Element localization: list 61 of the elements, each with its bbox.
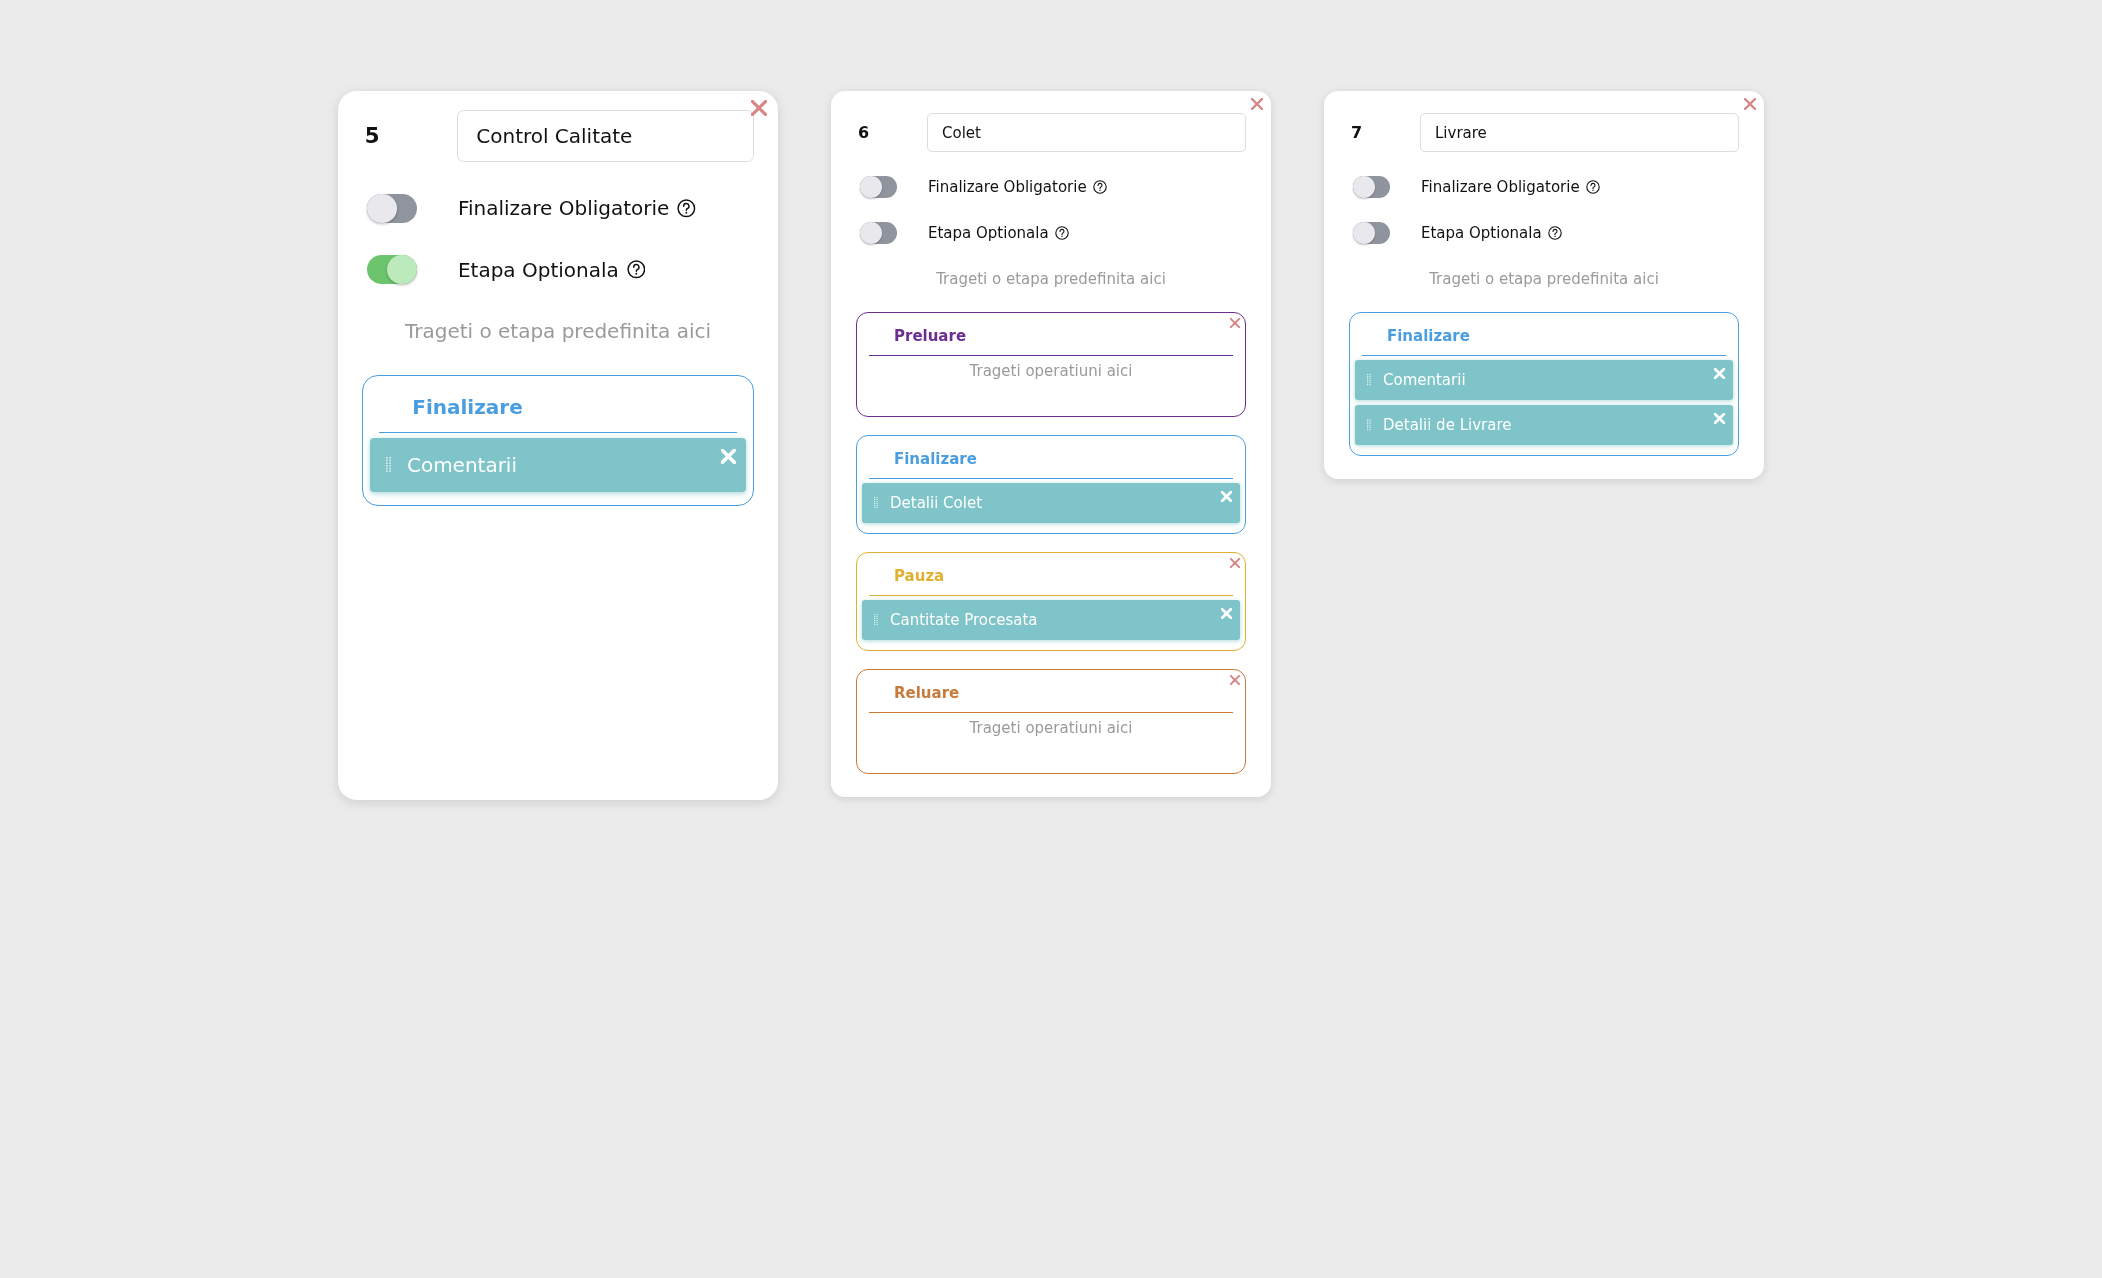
operation-item[interactable]: Detalii Colet (862, 483, 1240, 523)
stage-title: Finalizare (893, 449, 978, 470)
operation-label: Comentarii (1383, 371, 1466, 389)
toggle-switch[interactable] (860, 176, 897, 198)
close-icon[interactable] (1230, 318, 1240, 328)
operation-item[interactable]: Cantitate Procesata (862, 600, 1240, 640)
drag-handle-icon[interactable] (874, 614, 878, 626)
help-icon[interactable] (1092, 180, 1107, 194)
stage-title: Finalizare (411, 393, 524, 421)
operation-label: Comentarii (406, 452, 517, 477)
operation-item[interactable]: Detalii de Livrare (1355, 405, 1733, 445)
remove-icon[interactable] (721, 448, 736, 464)
drop-hint: Trageti o etapa predefinita aici (1428, 270, 1660, 288)
close-icon[interactable] (751, 100, 768, 117)
help-icon[interactable] (1547, 226, 1562, 240)
drag-handle-icon[interactable] (1367, 419, 1371, 431)
name-input-field[interactable]: Control Calitate (456, 109, 754, 162)
drop-hint: Trageti o etapa predefinita aici (404, 318, 712, 343)
name-input-field[interactable]: Livrare (1420, 113, 1739, 152)
operation-label: Cantitate Procesata (890, 611, 1038, 629)
toggle-switch[interactable] (1353, 222, 1390, 244)
toggle-label: Etapa Optionala (1421, 224, 1542, 242)
stage-title: Preluare (893, 326, 968, 347)
toggle-switch[interactable] (1353, 176, 1390, 198)
help-icon[interactable] (626, 260, 646, 279)
stage-title: Finalizare (1386, 326, 1471, 347)
close-icon[interactable] (1230, 675, 1240, 685)
toggle-label: Finalizare Obligatorie (928, 178, 1087, 196)
name-input-field[interactable]: Colet (927, 113, 1246, 152)
drop-hint: Trageti o etapa predefinita aici (935, 270, 1167, 288)
toggle-label: Etapa Optionala (457, 257, 619, 282)
drag-handle-icon[interactable] (385, 456, 391, 473)
remove-icon[interactable] (1221, 608, 1232, 619)
remove-icon[interactable] (1714, 413, 1725, 424)
close-icon[interactable] (1230, 558, 1240, 568)
drop-hint: Trageti operatiuni aici (968, 718, 1134, 739)
close-icon[interactable] (1251, 98, 1263, 110)
drag-handle-icon[interactable] (1367, 374, 1371, 386)
toggle-label: Finalizare Obligatorie (457, 196, 670, 221)
operation-item[interactable]: Comentarii (369, 438, 747, 492)
stage-title: Pauza (893, 566, 946, 587)
operation-label: Detalii de Livrare (1383, 416, 1512, 434)
toggle-switch[interactable] (860, 222, 897, 244)
toggle-label: Finalizare Obligatorie (1421, 178, 1580, 196)
remove-icon[interactable] (1714, 368, 1725, 379)
operation-item[interactable]: Comentarii (1355, 360, 1733, 400)
stage-title: Reluare (893, 683, 961, 704)
drop-hint: Trageti operatiuni aici (968, 361, 1134, 382)
step-number: 6 (857, 123, 871, 142)
step-number: 7 (1350, 123, 1364, 142)
drag-handle-icon[interactable] (874, 497, 878, 509)
toggle-switch[interactable] (367, 193, 417, 223)
step-number: 5 (363, 123, 381, 149)
help-icon[interactable] (1054, 226, 1069, 240)
help-icon[interactable] (1585, 180, 1600, 194)
toggle-label: Etapa Optionala (928, 224, 1049, 242)
remove-icon[interactable] (1221, 491, 1232, 502)
help-icon[interactable] (677, 198, 696, 218)
close-icon[interactable] (1744, 98, 1756, 110)
toggle-switch[interactable] (367, 254, 417, 285)
operation-label: Detalii Colet (890, 494, 983, 512)
